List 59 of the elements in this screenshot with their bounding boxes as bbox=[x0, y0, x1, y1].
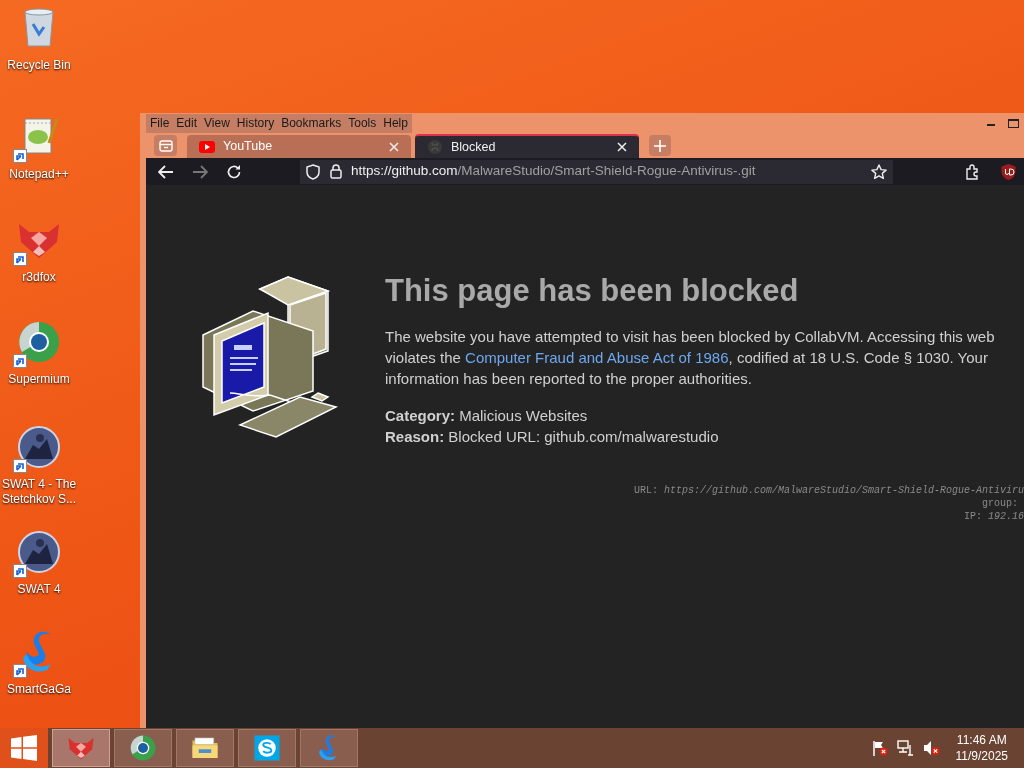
browser-tab[interactable]: Blocked bbox=[415, 134, 639, 158]
clock-date[interactable]: 11/9/2025 bbox=[955, 748, 1008, 764]
network-icon[interactable] bbox=[896, 740, 914, 756]
menu-item[interactable]: Help bbox=[383, 114, 408, 132]
windows-logo-icon bbox=[11, 735, 37, 761]
plus-icon bbox=[654, 139, 666, 152]
taskbar-button[interactable] bbox=[238, 729, 296, 767]
desktop-shortcut[interactable]: Supermium bbox=[0, 318, 78, 387]
menu-item[interactable]: Edit bbox=[176, 114, 198, 132]
new-tab-button[interactable] bbox=[649, 135, 671, 156]
back-icon[interactable] bbox=[158, 164, 174, 179]
icon-label: Supermium bbox=[7, 372, 71, 387]
icon-label: SmartGaGa bbox=[6, 682, 72, 697]
policy-link[interactable]: Computer Fraud and Abuse Act of 1986 bbox=[465, 349, 729, 366]
bookmark-star-icon[interactable] bbox=[871, 163, 887, 180]
close-tab-icon[interactable] bbox=[617, 142, 627, 152]
desktop-shortcut[interactable]: SmartGaGa bbox=[0, 628, 78, 697]
youtube-icon bbox=[199, 138, 215, 155]
skype-icon bbox=[252, 733, 282, 763]
debug-line: URL: https://github.com/MalwareStudio/Smart-Shield-Rogue-Antiviru bbox=[633, 484, 1024, 497]
icon-label: SWAT 4 - The Stetchkov S... bbox=[0, 477, 78, 507]
icon-label: Recycle Bin bbox=[6, 58, 72, 73]
taskbar-button[interactable] bbox=[176, 729, 234, 767]
desktop-shortcut[interactable]: Recycle Bin bbox=[0, 4, 78, 73]
maximize-button[interactable] bbox=[1008, 118, 1019, 128]
menu-item[interactable]: Bookmarks bbox=[281, 114, 342, 132]
url-text: https://github.com/MalwareStudio/Smart-Shield-Rogue-Antivirus-.git bbox=[351, 162, 756, 181]
desktop-shortcut[interactable]: SWAT 4 bbox=[0, 528, 78, 597]
menu-item[interactable]: View bbox=[204, 114, 230, 132]
shield-extension-icon[interactable] bbox=[1001, 163, 1016, 180]
extensions-icon[interactable] bbox=[965, 163, 981, 180]
start-button[interactable] bbox=[0, 728, 48, 768]
page-heading: This page has been blocked bbox=[385, 272, 800, 310]
browser-tab[interactable]: YouTube bbox=[187, 135, 411, 158]
icon-label: r3dfox bbox=[21, 270, 57, 285]
debug-line: group: bbox=[982, 497, 1019, 510]
icon-label: Notepad++ bbox=[8, 167, 70, 182]
globe-circle-icon bbox=[128, 733, 158, 763]
reload-icon[interactable] bbox=[226, 163, 242, 180]
detail-line: Reason: Blocked URL: github.com/malwarestudio bbox=[385, 427, 720, 447]
desktop-shortcut[interactable]: SWAT 4 - The Stetchkov S... bbox=[0, 423, 78, 507]
menu-item[interactable]: History bbox=[236, 114, 275, 132]
flag-error-icon[interactable] bbox=[871, 740, 888, 756]
lock-icon bbox=[330, 164, 342, 179]
tray-icon bbox=[158, 139, 173, 152]
taskbar-button[interactable] bbox=[114, 729, 172, 767]
menu-item[interactable]: File bbox=[150, 114, 170, 132]
address-bar[interactable]: https://github.com/MalwareStudio/Smart-Shield-Rogue-Antivirus-.git bbox=[300, 159, 893, 184]
desktop-shortcut[interactable]: Notepad++ bbox=[0, 113, 78, 182]
speaker-muted-icon[interactable] bbox=[922, 740, 940, 756]
debug-line: IP: 192.16 bbox=[963, 510, 1024, 523]
detail-line: Category: Malicious Websites bbox=[385, 406, 589, 426]
tab-list-button[interactable] bbox=[154, 135, 177, 156]
desktop-shortcut[interactable]: r3dfox bbox=[0, 216, 78, 285]
clock-time[interactable]: 11:46 AM bbox=[956, 732, 1007, 748]
shield-icon bbox=[306, 163, 320, 180]
block-message: The website you have attempted to visit has been blocked by CollabVM. Accessing this web violates the Computer Fraud and Abuse Act of 1986, codified at 18 U.S. Code § 1030. Your information has been reported to the proper authorities. bbox=[385, 327, 996, 389]
icon-label: SWAT 4 bbox=[16, 582, 62, 597]
menu-item[interactable]: Tools bbox=[348, 114, 377, 132]
